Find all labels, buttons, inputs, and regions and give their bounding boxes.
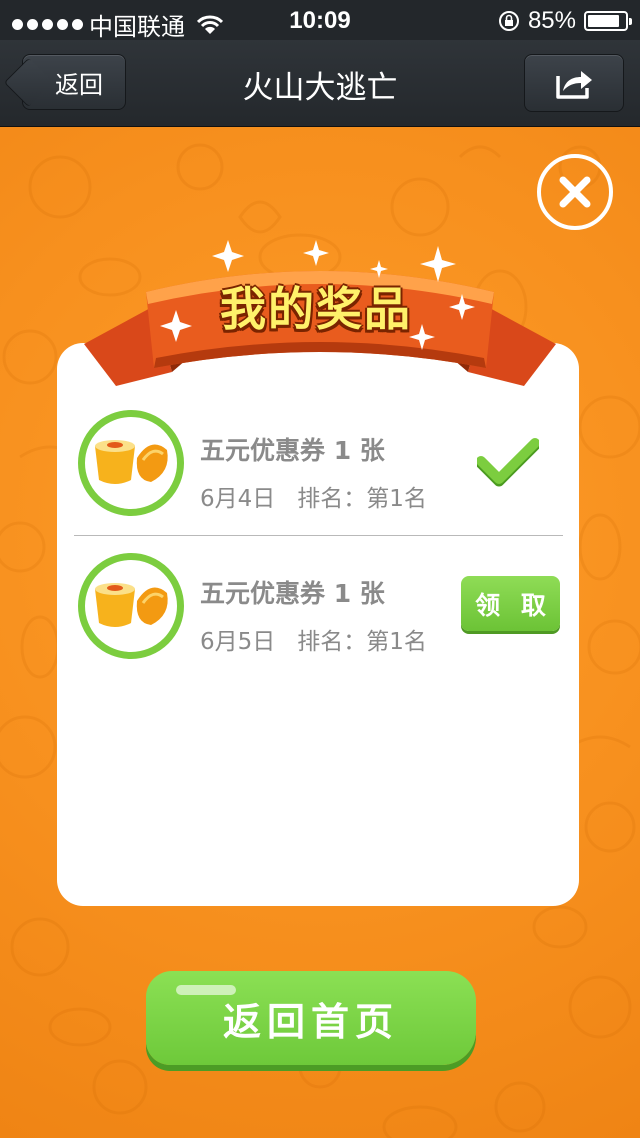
prize-meta: 6月5日 排名：第1名 (200, 622, 427, 656)
battery-percent: 85% (527, 7, 576, 34)
button-shine (176, 985, 236, 995)
jelly-cup-icon (95, 440, 168, 484)
back-to-home-label: 返回首页 (222, 999, 399, 1044)
prize-item: 五元优惠券 1 张 6月5日 排名：第1名 领 取 (57, 536, 579, 676)
share-icon (556, 71, 592, 99)
prize-rank: 排名：第1名 (297, 486, 427, 512)
prize-meta: 6月4日 排名：第1名 (200, 479, 427, 513)
coupon-thumbnail (78, 553, 184, 659)
battery-icon (584, 11, 632, 31)
close-icon (559, 176, 591, 208)
back-to-home-button[interactable]: 返回首页 (146, 971, 476, 1065)
popup-title: 我的奖品 (220, 282, 412, 336)
back-button-label: 返回 (55, 70, 103, 99)
prize-list-card: 五元优惠券 1 张 6月4日 排名：第1名 五元优惠券 1 张 6月5日 排名：第1… (57, 343, 579, 906)
prize-date: 6月4日 (200, 486, 276, 512)
checkmark-icon (477, 438, 539, 487)
nav-bar: 返回 火山大逃亡 (0, 40, 640, 127)
share-button[interactable] (524, 54, 624, 112)
prize-rank: 排名：第1名 (297, 629, 427, 655)
status-right: 85% (498, 7, 632, 35)
prize-name: 五元优惠券 1 张 (200, 436, 385, 465)
status-bar: 中国联通 10:09 85% (0, 0, 640, 41)
prize-date: 6月5日 (200, 629, 276, 655)
coupon-thumbnail (78, 410, 184, 516)
close-button[interactable] (537, 154, 613, 230)
claim-button[interactable]: 领 取 (461, 576, 560, 631)
rotation-lock-icon (498, 11, 519, 31)
prize-name: 五元优惠券 1 张 (200, 579, 385, 608)
jelly-cup-icon (95, 583, 168, 627)
